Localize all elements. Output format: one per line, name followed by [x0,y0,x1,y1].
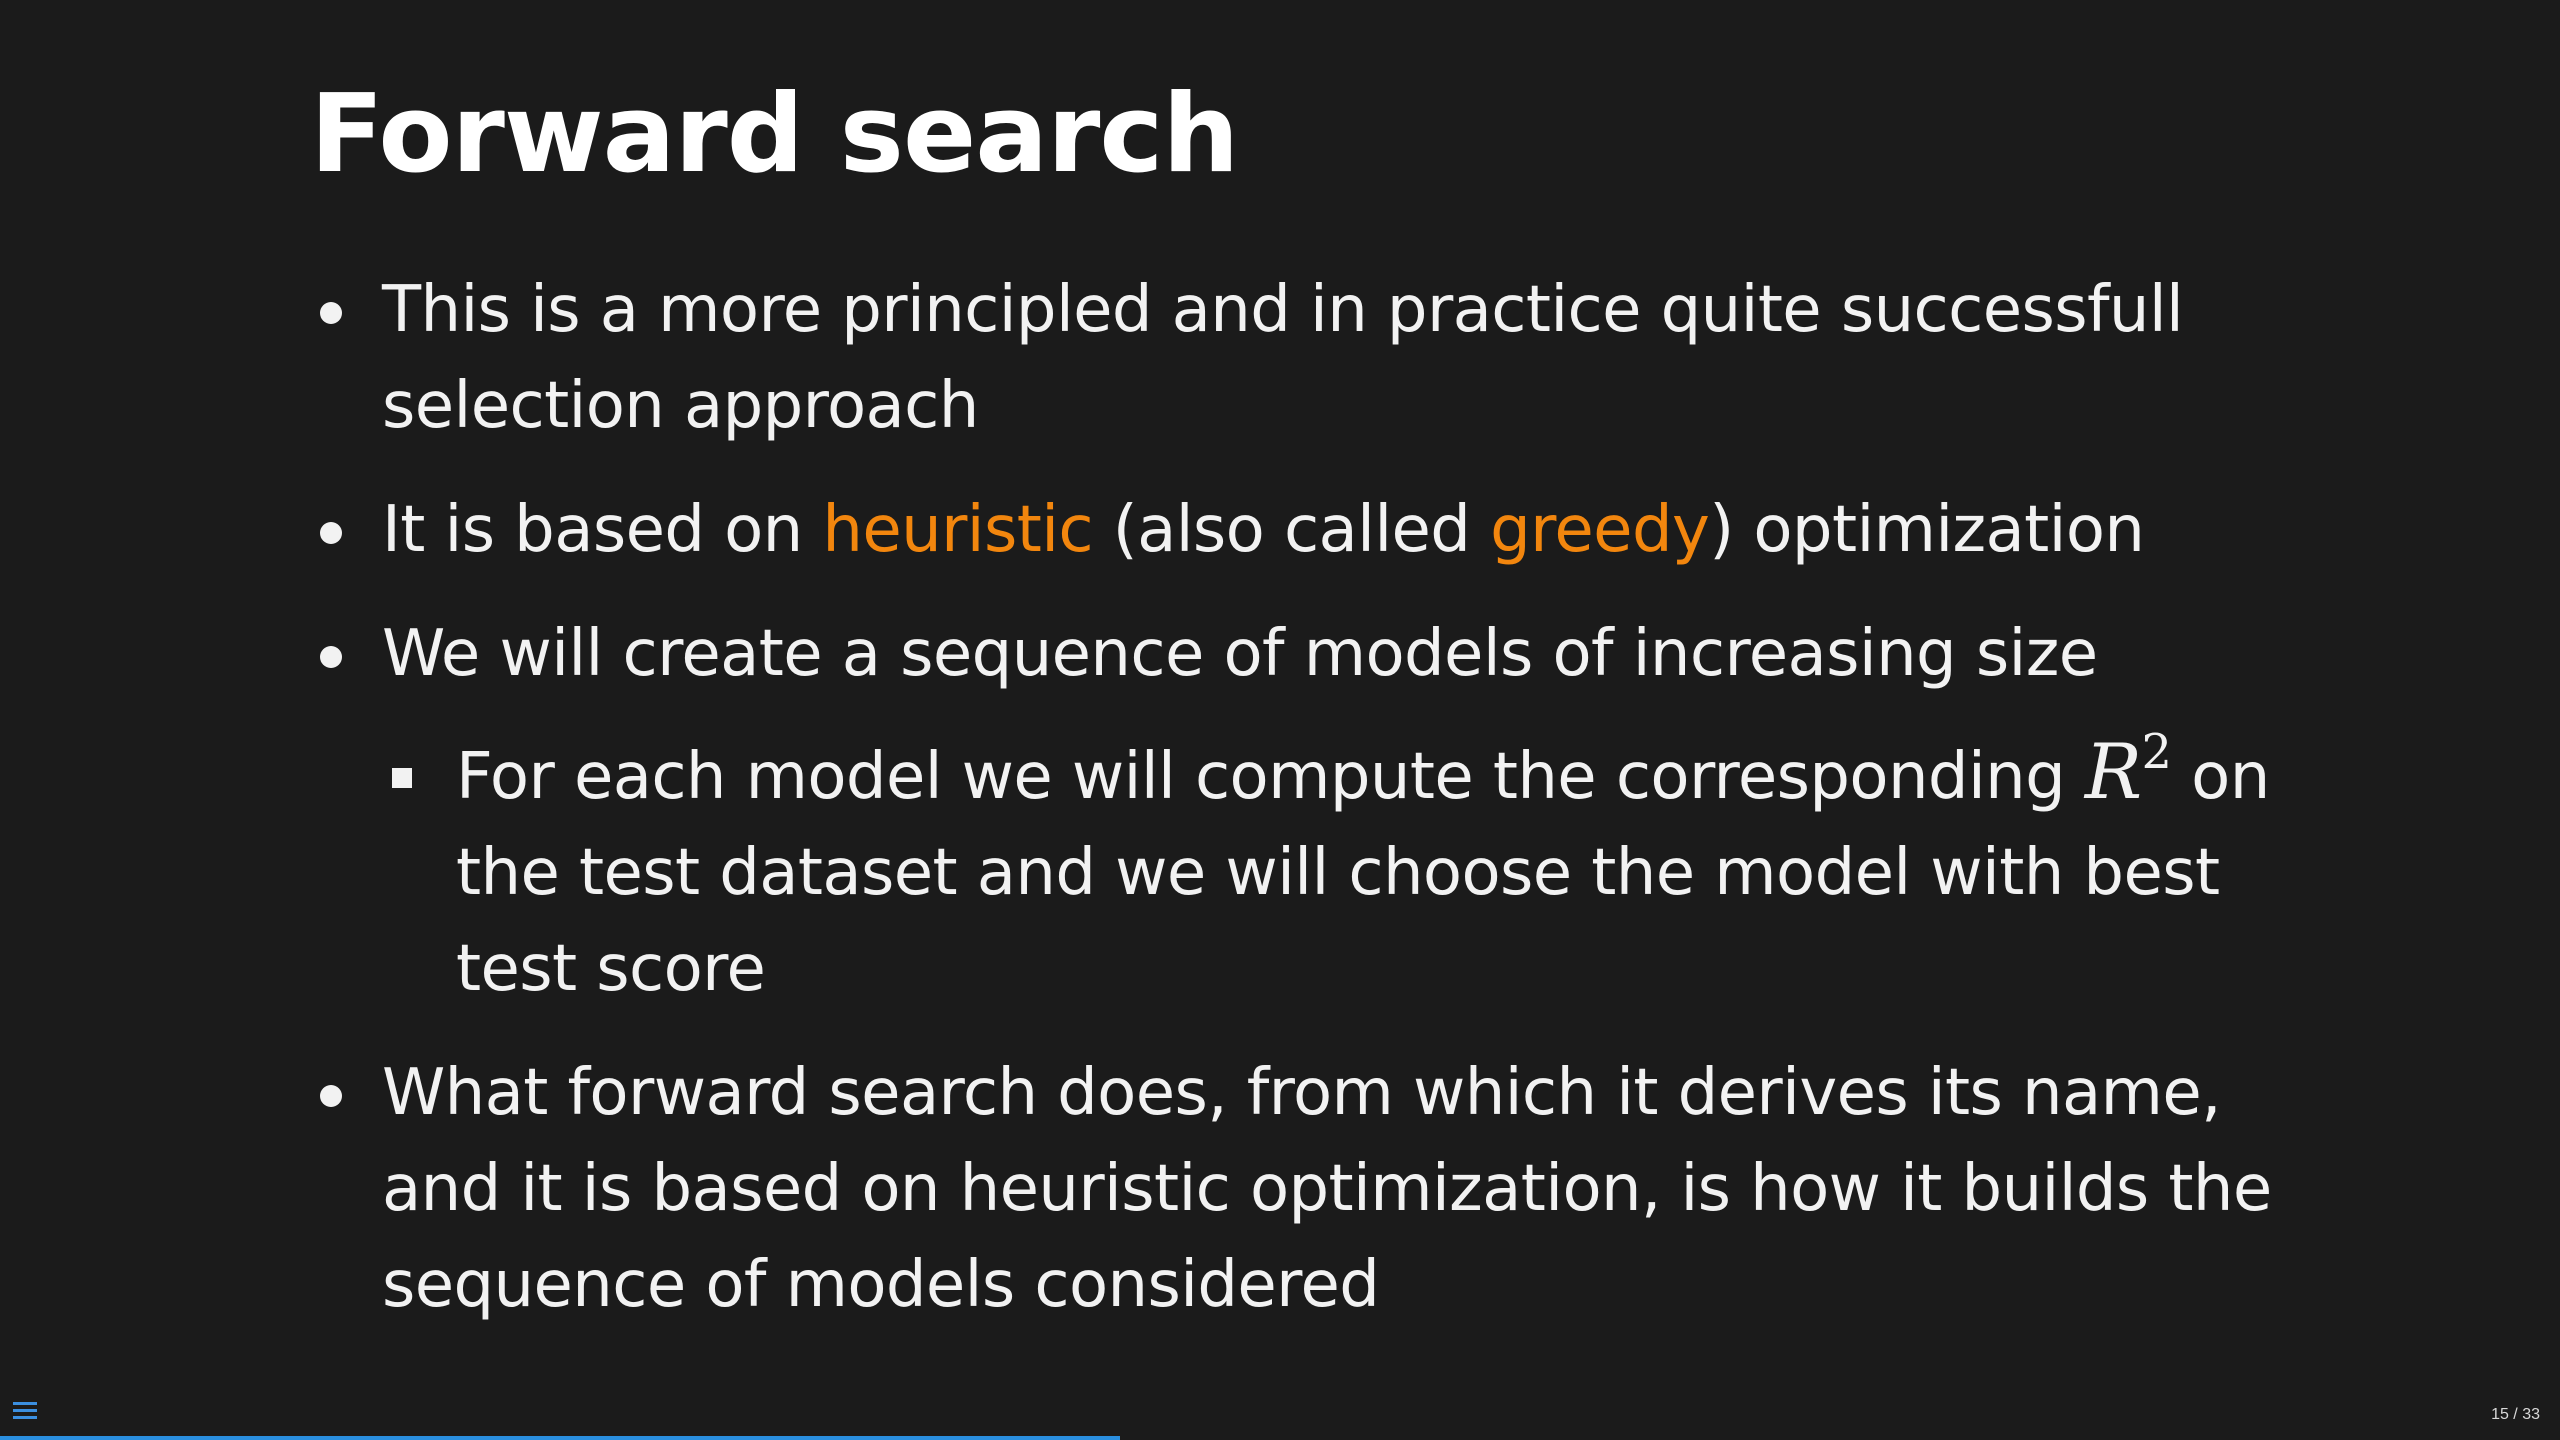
progress-track [0,1436,2560,1440]
bullet-text: ) optimization [1709,493,2145,567]
bullet-item-heuristic: It is based on heuristic (also called gr… [310,482,2300,578]
sub-bullet-text: For each model we will compute the corre… [456,740,2085,814]
sub-bullet-item-r-squared: For each model we will compute the corre… [382,724,2300,1017]
hamburger-menu-icon[interactable] [10,1398,40,1424]
bullet-item-forward-search: What forward search does, from which it … [310,1045,2300,1333]
slide-number: 15 / 33 [2491,1406,2540,1423]
sub-bullet-list: For each model we will compute the corre… [382,724,2300,1017]
highlight-heuristic: heuristic [822,493,1093,567]
slide-title: Forward search [310,72,1239,197]
math-exponent: 2 [2141,724,2172,780]
bullet-item-sequence: We will create a sequence of models of i… [310,606,2300,1017]
bullet-text: It is based on [382,493,823,567]
highlight-greedy: greedy [1490,493,1710,567]
slide: Forward search This is a more principled… [0,0,2560,1440]
progress-bar [0,1436,1120,1440]
bullet-item-principled: This is a more principled and in practic… [310,262,2300,454]
math-r-squared: R2 [2085,727,2172,816]
bullet-text: We will create a sequence of models of i… [382,617,2098,691]
bullet-text: (also called [1093,493,1491,567]
math-base: R [2084,727,2142,816]
bullet-list: This is a more principled and in practic… [310,262,2300,1361]
